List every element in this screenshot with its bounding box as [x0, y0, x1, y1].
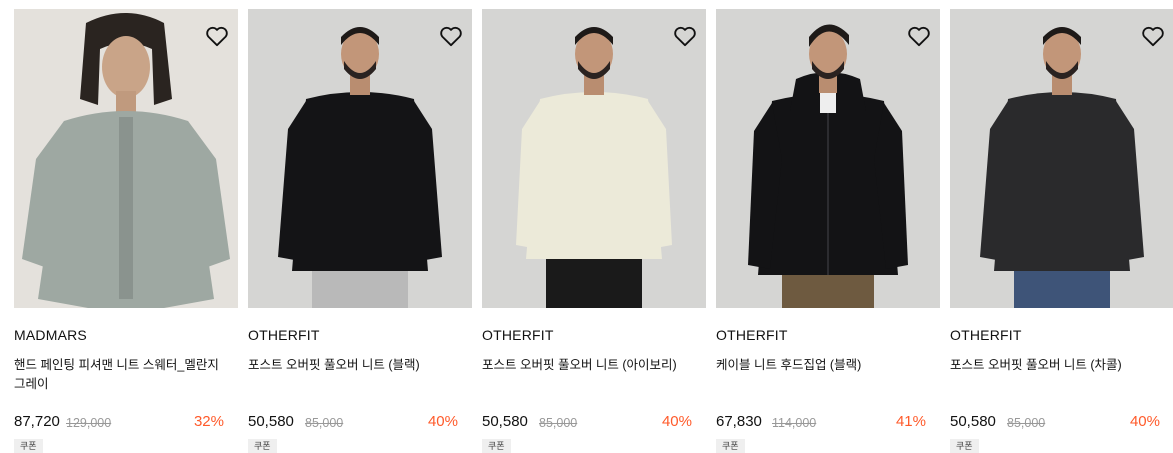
- wishlist-heart-icon[interactable]: [672, 23, 698, 49]
- original-price: 129,000: [66, 416, 112, 430]
- sale-price: 50,580: [482, 413, 528, 430]
- product-card[interactable]: OTHERFIT 케이블 니트 후드집업 (블랙) 67,830 114,000…: [716, 9, 940, 453]
- product-card[interactable]: OTHERFIT 포스트 오버핏 풀오버 니트 (차콜) 50,580 85,0…: [950, 9, 1173, 453]
- brand-name[interactable]: OTHERFIT: [248, 327, 320, 343]
- brand-name[interactable]: OTHERFIT: [716, 327, 788, 343]
- original-price: 85,000: [539, 416, 578, 430]
- discount-rate: 41%: [895, 413, 926, 430]
- brand-name[interactable]: OTHERFIT: [950, 327, 1022, 343]
- product-image[interactable]: [14, 9, 238, 308]
- discount-rate: 32%: [193, 413, 224, 430]
- wishlist-heart-icon[interactable]: [906, 23, 932, 49]
- sale-price: 50,580: [248, 413, 294, 430]
- product-name[interactable]: 포스트 오버핏 풀오버 니트 (아이보리): [482, 356, 696, 375]
- brand-name[interactable]: OTHERFIT: [482, 327, 554, 343]
- coupon-badge: 쿠폰: [248, 439, 277, 453]
- product-grid: MADMARS 핸드 페인팅 피셔맨 니트 스웨터_멜란지 그레이 87,720…: [14, 9, 1173, 453]
- price-row: 50,580 85,000 40%: [950, 413, 1173, 435]
- wishlist-heart-icon[interactable]: [204, 23, 230, 49]
- product-card[interactable]: OTHERFIT 포스트 오버핏 풀오버 니트 (블랙) 50,580 85,0…: [248, 9, 472, 453]
- coupon-badge: 쿠폰: [14, 439, 43, 453]
- product-name[interactable]: 핸드 페인팅 피셔맨 니트 스웨터_멜란지 그레이: [14, 356, 228, 394]
- wishlist-heart-icon[interactable]: [438, 23, 464, 49]
- product-image[interactable]: [248, 9, 472, 308]
- sale-price: 50,580: [950, 413, 996, 430]
- discount-rate: 40%: [427, 413, 458, 430]
- coupon-badge: 쿠폰: [716, 439, 745, 453]
- price-row: 87,720 129,000 32%: [14, 413, 238, 435]
- sale-price: 87,720: [14, 413, 60, 430]
- discount-rate: 40%: [1129, 413, 1160, 430]
- original-price: 114,000: [772, 416, 817, 430]
- product-name[interactable]: 포스트 오버핏 풀오버 니트 (블랙): [248, 356, 462, 375]
- discount-rate: 40%: [661, 413, 692, 430]
- coupon-badge: 쿠폰: [482, 439, 511, 453]
- brand-name[interactable]: MADMARS: [14, 327, 87, 343]
- original-price: 85,000: [1007, 416, 1046, 430]
- price-row: 67,830 114,000 41%: [716, 413, 940, 435]
- product-image[interactable]: [482, 9, 706, 308]
- product-card[interactable]: MADMARS 핸드 페인팅 피셔맨 니트 스웨터_멜란지 그레이 87,720…: [14, 9, 238, 453]
- product-image[interactable]: [716, 9, 940, 308]
- price-row: 50,580 85,000 40%: [482, 413, 706, 435]
- product-image[interactable]: [950, 9, 1173, 308]
- sale-price: 67,830: [716, 413, 762, 430]
- price-row: 50,580 85,000 40%: [248, 413, 472, 435]
- wishlist-heart-icon[interactable]: [1140, 23, 1166, 49]
- product-name[interactable]: 포스트 오버핏 풀오버 니트 (차콜): [950, 356, 1164, 375]
- product-name[interactable]: 케이블 니트 후드집업 (블랙): [716, 356, 930, 375]
- coupon-badge: 쿠폰: [950, 439, 979, 453]
- original-price: 85,000: [305, 416, 344, 430]
- product-card[interactable]: OTHERFIT 포스트 오버핏 풀오버 니트 (아이보리) 50,580 85…: [482, 9, 706, 453]
